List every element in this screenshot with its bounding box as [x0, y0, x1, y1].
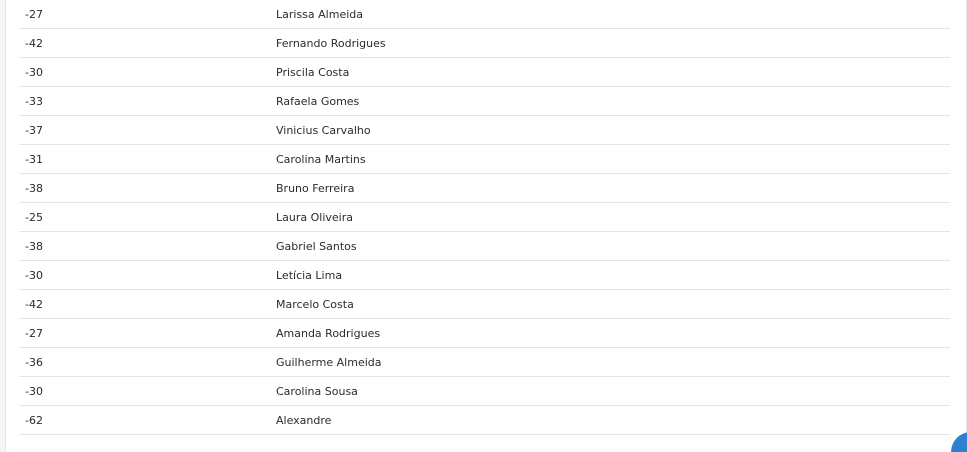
age-cell: -30	[25, 66, 43, 79]
table-row[interactable]: -30 Carolina Sousa	[19, 377, 950, 406]
age-cell: -27	[25, 8, 43, 21]
table-row[interactable]: -30 Priscila Costa	[19, 58, 950, 87]
table-card: -27 Larissa Almeida -42 Fernando Rodrigues -…	[5, 0, 967, 452]
name-cell: Gabriel Santos	[276, 240, 357, 253]
table-row[interactable]: -33 Rafaela Gomes	[19, 87, 950, 116]
name-cell: Alexandre	[276, 414, 332, 427]
table-row[interactable]: -62 Alexandre	[19, 406, 950, 435]
data-table: -27 Larissa Almeida -42 Fernando Rodrigues -…	[19, 0, 950, 435]
age-cell: -42	[25, 298, 43, 311]
age-cell: -36	[25, 356, 43, 369]
age-cell: -27	[25, 327, 43, 340]
table-row[interactable]: -25 Laura Oliveira	[19, 203, 950, 232]
name-cell: Carolina Martins	[276, 153, 366, 166]
age-cell: -37	[25, 124, 43, 137]
name-cell: Rafaela Gomes	[276, 95, 360, 108]
table-row[interactable]: -37 Vinicius Carvalho	[19, 116, 950, 145]
age-cell: -38	[25, 182, 43, 195]
age-cell: -33	[25, 95, 43, 108]
age-cell: -25	[25, 211, 43, 224]
age-cell: -38	[25, 240, 43, 253]
name-cell: Guilherme Almeida	[276, 356, 382, 369]
age-cell: -42	[25, 37, 43, 50]
name-cell: Vinicius Carvalho	[276, 124, 371, 137]
name-cell: Bruno Ferreira	[276, 182, 355, 195]
name-cell: Carolina Sousa	[276, 385, 358, 398]
name-cell: Priscila Costa	[276, 66, 350, 79]
table-row[interactable]: -30 Letícia Lima	[19, 261, 950, 290]
age-cell: -30	[25, 269, 43, 282]
table-row[interactable]: -27 Larissa Almeida	[19, 0, 950, 29]
table-row[interactable]: -27 Amanda Rodrigues	[19, 319, 950, 348]
table-row[interactable]: -31 Carolina Martins	[19, 145, 950, 174]
name-cell: Letícia Lima	[276, 269, 343, 282]
age-cell: -31	[25, 153, 43, 166]
name-cell: Amanda Rodrigues	[276, 327, 381, 340]
age-cell: -30	[25, 385, 43, 398]
name-cell: Larissa Almeida	[276, 8, 363, 21]
name-cell: Fernando Rodrigues	[276, 37, 386, 50]
table-row[interactable]: -42 Fernando Rodrigues	[19, 29, 950, 58]
name-cell: Marcelo Costa	[276, 298, 354, 311]
age-cell: -62	[25, 414, 43, 427]
table-row[interactable]: -42 Marcelo Costa	[19, 290, 950, 319]
page: -27 Larissa Almeida -42 Fernando Rodrigues -…	[0, 0, 967, 452]
table-row[interactable]: -38 Gabriel Santos	[19, 232, 950, 261]
name-cell: Laura Oliveira	[276, 211, 353, 224]
table-row[interactable]: -38 Bruno Ferreira	[19, 174, 950, 203]
table-row[interactable]: -36 Guilherme Almeida	[19, 348, 950, 377]
